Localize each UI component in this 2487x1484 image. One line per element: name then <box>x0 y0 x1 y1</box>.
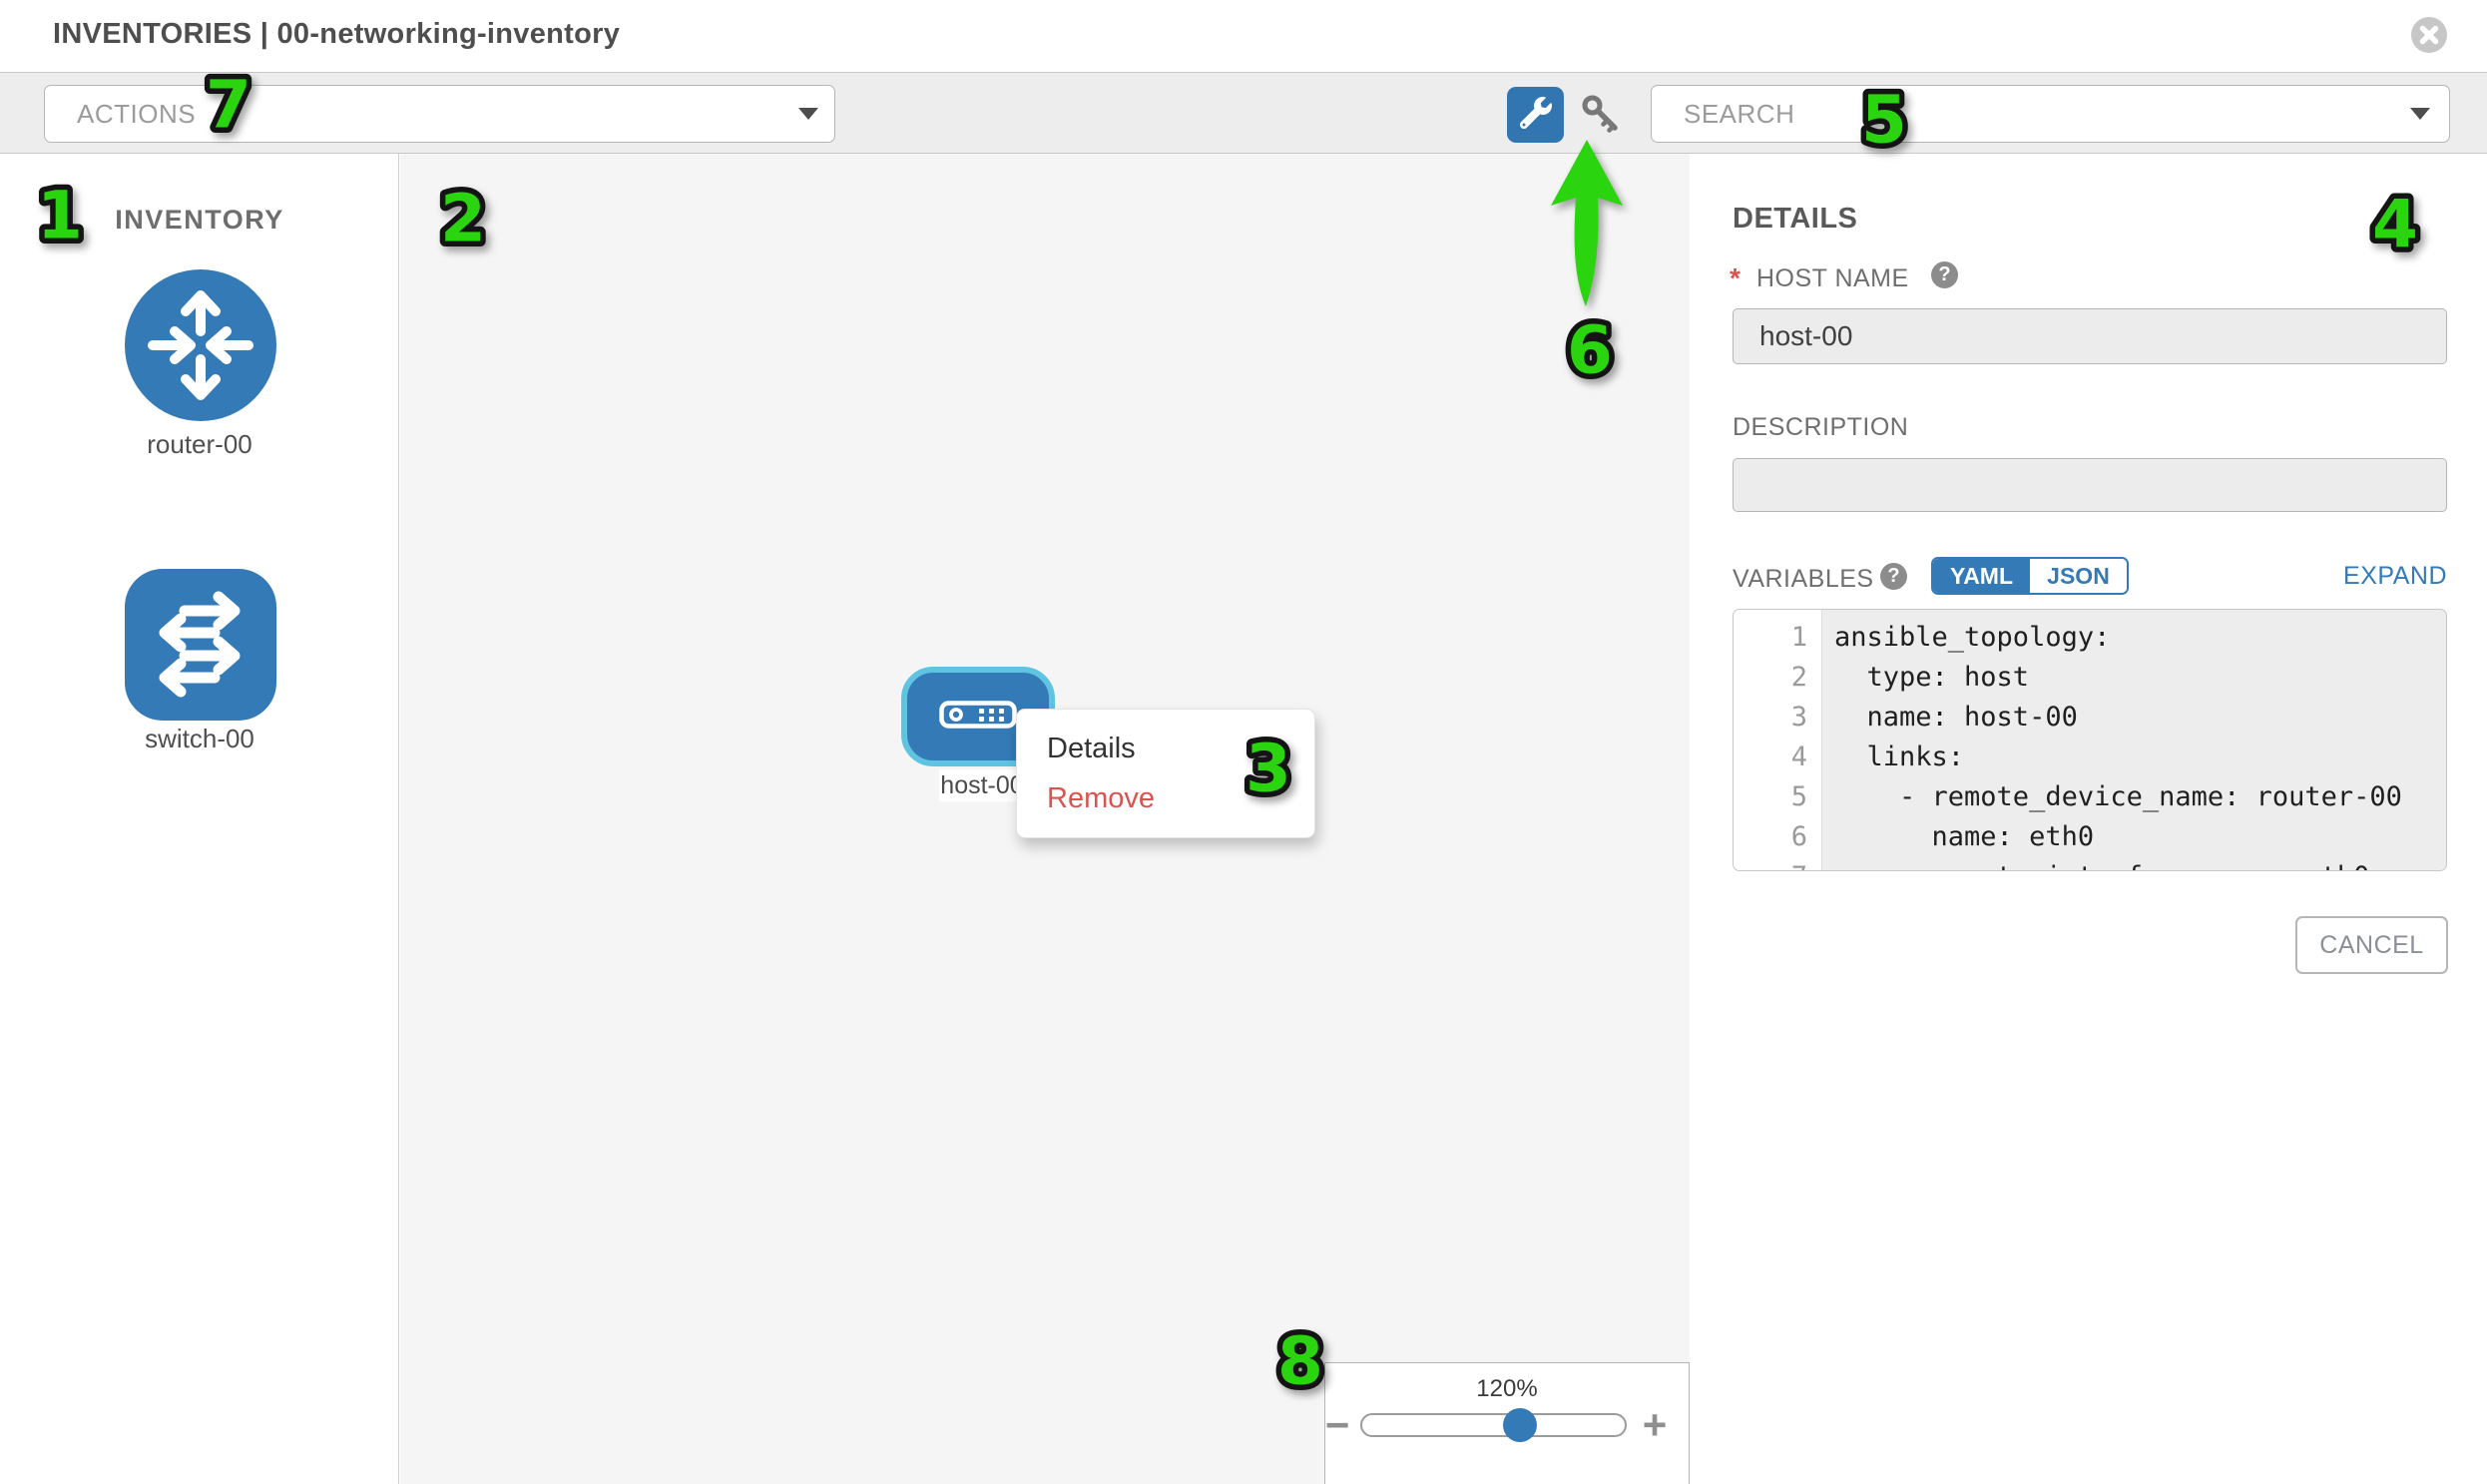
page-title: INVENTORIES | 00-networking-inventory <box>53 18 620 51</box>
zoom-slider-track[interactable] <box>1360 1413 1627 1437</box>
host-node-label: host-00 <box>939 769 1025 801</box>
sidebar-device-router[interactable] <box>125 269 276 421</box>
wrench-icon <box>1520 97 1552 134</box>
zoom-slider-handle[interactable] <box>1503 1408 1537 1442</box>
expand-link[interactable]: EXPAND <box>2236 562 2447 591</box>
inventories-topology-window: INVENTORIES | 00-networking-inventory AC… <box>0 0 2487 1484</box>
code-line: 7 remote_interface_name: eth0 <box>1734 857 2446 871</box>
sidebar-device-switch[interactable] <box>125 569 276 721</box>
line-number: 7 <box>1734 857 1821 871</box>
code-line: 3 name: host-00 <box>1734 698 2446 738</box>
switch-icon <box>125 708 276 725</box>
line-number: 2 <box>1734 658 1821 698</box>
code-line: 5 - remote_device_name: router-00 <box>1734 777 2446 817</box>
search-dropdown[interactable]: SEARCH <box>1651 85 2450 143</box>
variables-label: VARIABLES <box>1733 565 1874 594</box>
search-dropdown-label: SEARCH <box>1652 99 1794 130</box>
variables-code-editor[interactable]: 1 ansible_topology: 2 type: host 3 name:… <box>1733 609 2447 871</box>
host-server-icon <box>939 701 1017 734</box>
code-text: remote_interface_name: eth0 <box>1821 857 2369 871</box>
code-text: name: eth0 <box>1821 817 2094 857</box>
required-marker: * <box>1730 262 1741 294</box>
json-toggle-button[interactable]: JSON <box>2030 559 2127 593</box>
host-name-label: HOST NAME <box>1756 264 1909 293</box>
line-number: 4 <box>1734 738 1821 777</box>
key-icon[interactable] <box>1579 92 1625 138</box>
router-icon <box>125 408 276 425</box>
device-label-switch: switch-00 <box>0 724 399 754</box>
configure-wrench-button[interactable] <box>1507 87 1564 143</box>
line-number: 3 <box>1734 698 1821 738</box>
variables-format-toggle: YAML JSON <box>1931 557 2129 595</box>
line-number: 1 <box>1734 618 1821 658</box>
node-context-menu: Details Remove <box>1016 709 1315 838</box>
actions-dropdown[interactable]: ACTIONS <box>44 85 835 143</box>
caret-down-icon <box>2410 108 2430 120</box>
cancel-button[interactable]: CANCEL <box>2295 916 2448 974</box>
details-heading: DETAILS <box>1733 203 1857 236</box>
description-label: DESCRIPTION <box>1733 413 1908 442</box>
question-circle-icon[interactable]: ? <box>1880 563 1907 590</box>
code-line: 4 links: <box>1734 738 2446 777</box>
code-line: 1 ansible_topology: <box>1734 618 2446 658</box>
line-number: 5 <box>1734 777 1821 817</box>
actions-dropdown-label: ACTIONS <box>45 99 196 130</box>
question-circle-icon[interactable]: ? <box>1931 261 1958 288</box>
code-line: 2 type: host <box>1734 658 2446 698</box>
code-text: type: host <box>1821 658 2029 698</box>
code-text: links: <box>1821 738 1964 777</box>
device-label-router: router-00 <box>0 429 399 460</box>
zoom-out-button[interactable]: − <box>1319 1401 1355 1449</box>
inventory-heading: INVENTORY <box>0 205 399 236</box>
zoom-in-button[interactable]: + <box>1637 1401 1673 1449</box>
description-field[interactable] <box>1733 458 2447 512</box>
code-text: - remote_device_name: router-00 <box>1821 777 2402 817</box>
context-menu-item-details[interactable]: Details <box>1017 724 1314 773</box>
code-text: name: host-00 <box>1821 698 2078 738</box>
code-text: ansible_topology: <box>1821 618 2110 658</box>
zoom-level-readout: 120% <box>1324 1375 1690 1403</box>
context-menu-item-remove[interactable]: Remove <box>1017 773 1314 823</box>
code-line: 6 name: eth0 <box>1734 817 2446 857</box>
yaml-toggle-button[interactable]: YAML <box>1933 559 2030 593</box>
line-number: 6 <box>1734 817 1821 857</box>
close-icon[interactable] <box>2411 17 2447 53</box>
caret-down-icon <box>798 108 818 120</box>
host-name-field[interactable] <box>1733 308 2447 364</box>
